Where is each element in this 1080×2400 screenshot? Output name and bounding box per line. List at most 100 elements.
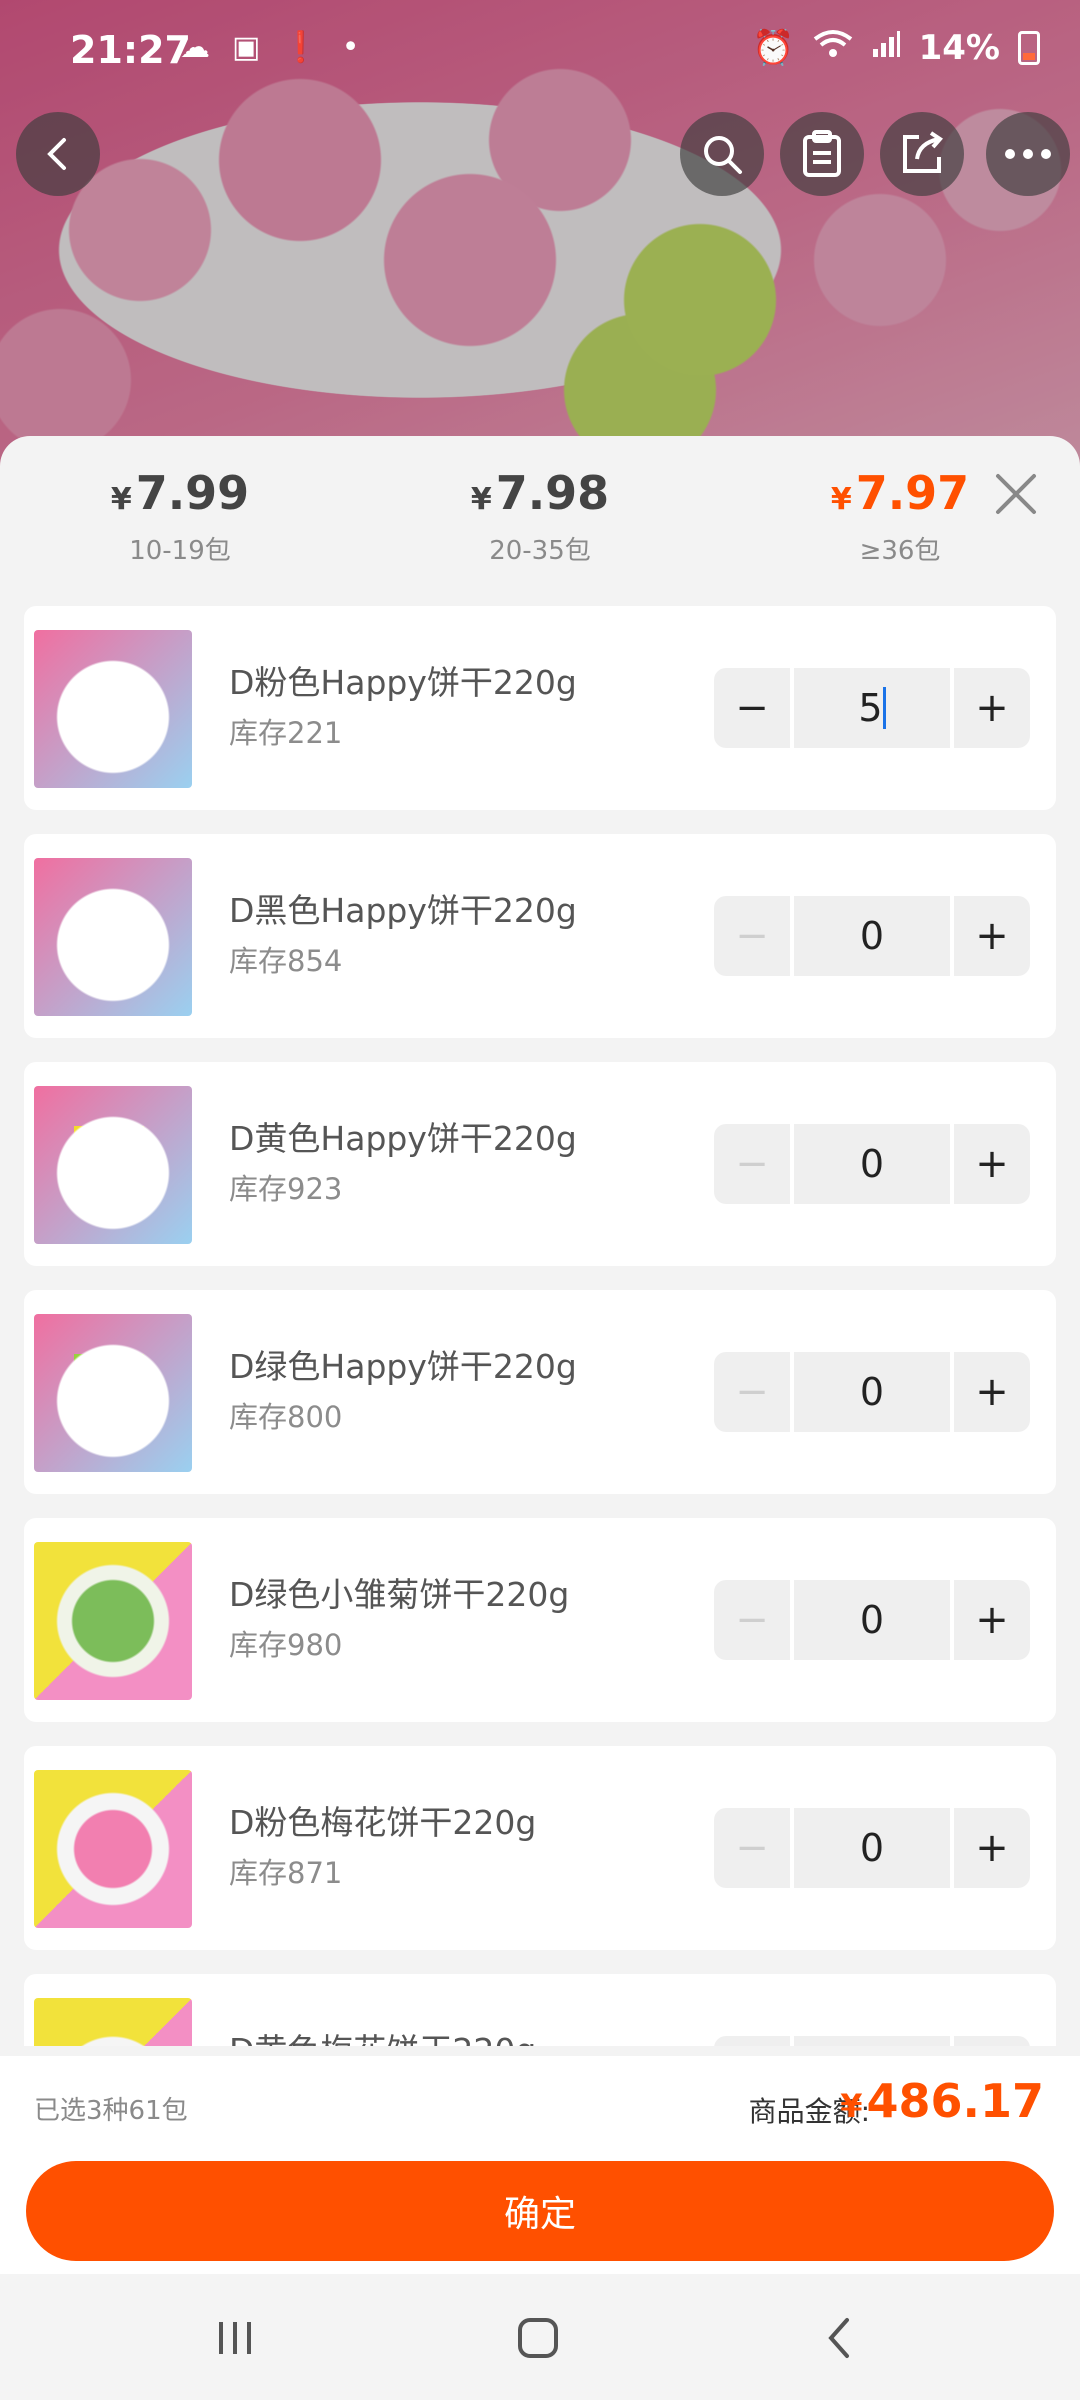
quantity-value: 0	[859, 1826, 885, 1870]
signal-icon	[871, 28, 901, 68]
increment-button[interactable]: +	[954, 1352, 1030, 1432]
sku-card[interactable]: D绿色Happy饼干220g 库存800 − 0 +	[24, 1290, 1056, 1494]
quantity-value: 0	[859, 1142, 885, 1186]
quantity-stepper[interactable]: − 5 +	[714, 668, 1030, 748]
quantity-stepper[interactable]: − 0 +	[714, 1580, 1030, 1660]
decrement-button[interactable]: −	[714, 1352, 790, 1432]
nav-back-icon	[828, 2318, 849, 2358]
price-tier: ¥7.99 10-19包	[40, 466, 320, 567]
tier-price: 7.98	[495, 466, 610, 520]
decrement-button[interactable]: −	[714, 1580, 790, 1660]
battery-icon	[1018, 31, 1040, 65]
sku-thumbnail[interactable]	[34, 1998, 192, 2046]
quantity-input[interactable]: 0	[794, 1580, 950, 1660]
decrement-button[interactable]: −	[714, 1808, 790, 1888]
decrement-button[interactable]: −	[714, 2036, 790, 2046]
sku-name: D粉色Happy饼干220g	[229, 663, 577, 702]
quantity-input[interactable]: 0	[794, 1352, 950, 1432]
nav-back-button[interactable]	[810, 2310, 870, 2366]
quantity-stepper[interactable]: − 0 +	[714, 1808, 1030, 1888]
sku-stock: 库存923	[229, 1172, 343, 1206]
clipboard-button[interactable]	[780, 112, 864, 196]
quantity-input[interactable]: 0	[794, 1808, 950, 1888]
clipboard-icon	[803, 130, 841, 177]
quantity-stepper[interactable]: − 0 +	[714, 896, 1030, 976]
alert-icon: ❗	[282, 30, 320, 65]
decrement-button[interactable]: −	[714, 1124, 790, 1204]
quantity-input[interactable]: 5	[794, 668, 950, 748]
status-left-icons: ☁ ▣ ❗ •	[180, 30, 359, 65]
quantity-value: 0	[859, 1370, 885, 1414]
currency-symbol: ¥	[110, 482, 132, 517]
price-tiers: ¥7.99 10-19包 ¥7.98 20-35包 ¥7.97 ≥36包	[0, 436, 1080, 606]
share-button[interactable]	[880, 112, 964, 196]
status-bar: 21:27 ☁ ▣ ❗ • ⏰ 14%	[0, 0, 1080, 90]
close-icon	[996, 474, 1036, 514]
currency-symbol: ¥	[470, 482, 492, 517]
sku-thumbnail[interactable]	[34, 630, 192, 788]
increment-button[interactable]: +	[954, 896, 1030, 976]
sku-thumbnail[interactable]	[34, 1086, 192, 1244]
search-icon	[704, 136, 742, 174]
sku-thumbnail[interactable]	[34, 1770, 192, 1928]
currency-symbol: ¥	[840, 2087, 863, 2125]
amount-value: 486.17	[866, 2074, 1044, 2128]
quantity-value: 0	[859, 914, 885, 958]
sku-card[interactable]: D粉色梅花饼干220g 库存871 − 0 +	[24, 1746, 1056, 1950]
sku-card[interactable]: D黄色梅花饼干220g − 0 +	[24, 1974, 1056, 2046]
tier-range: 10-19包	[129, 536, 231, 566]
quantity-stepper[interactable]: − 0 +	[714, 1352, 1030, 1432]
sku-list[interactable]: D粉色Happy饼干220g 库存221 − 5 + D黑色Happy饼干220…	[24, 606, 1056, 2046]
battery-percent: 14%	[918, 28, 1000, 68]
home-button[interactable]	[508, 2310, 568, 2366]
sku-stock: 库存221	[229, 716, 343, 750]
decrement-button[interactable]: −	[714, 668, 790, 748]
sku-thumbnail[interactable]	[34, 1314, 192, 1472]
sku-name: D黑色Happy饼干220g	[229, 891, 577, 930]
sku-thumbnail[interactable]	[34, 1542, 192, 1700]
recent-apps-button[interactable]	[205, 2310, 265, 2366]
increment-button[interactable]: +	[954, 2036, 1030, 2046]
quantity-input[interactable]: 0	[794, 2036, 950, 2046]
share-icon	[903, 131, 944, 173]
more-button[interactable]	[986, 112, 1070, 196]
text-cursor	[882, 687, 886, 729]
increment-button[interactable]: +	[954, 1580, 1030, 1660]
sku-stock: 库存800	[229, 1400, 343, 1434]
more-icon	[1005, 149, 1051, 159]
quantity-stepper[interactable]: − 0 +	[714, 2036, 1030, 2046]
tier-price: 7.99	[135, 466, 250, 520]
decrement-button[interactable]: −	[714, 896, 790, 976]
sku-stock: 库存854	[229, 944, 343, 978]
image-icon: ▣	[232, 30, 261, 65]
increment-button[interactable]: +	[954, 1808, 1030, 1888]
search-button[interactable]	[680, 112, 764, 196]
footer-bar: 已选3种61包 商品金额: ¥486.17 确定	[0, 2056, 1080, 2274]
back-button[interactable]	[16, 112, 100, 196]
confirm-button[interactable]: 确定	[26, 2161, 1054, 2261]
close-button[interactable]	[988, 466, 1044, 522]
sku-thumbnail[interactable]	[34, 858, 192, 1016]
sku-name: D粉色梅花饼干220g	[229, 1803, 537, 1842]
quantity-stepper[interactable]: − 0 +	[714, 1124, 1030, 1204]
price-tier: ¥7.98 20-35包	[400, 466, 680, 567]
alarm-icon: ⏰	[752, 28, 795, 68]
sku-name: D绿色Happy饼干220g	[229, 1347, 577, 1386]
quantity-value: 5	[858, 686, 883, 730]
quantity-input[interactable]: 0	[794, 1124, 950, 1204]
increment-button[interactable]: +	[954, 1124, 1030, 1204]
sku-name: D绿色小雏菊饼干220g	[229, 1575, 570, 1614]
increment-button[interactable]: +	[954, 668, 1030, 748]
back-icon	[47, 138, 66, 170]
sku-name: D黄色梅花饼干220g	[229, 2024, 536, 2046]
sku-card[interactable]: D黑色Happy饼干220g 库存854 − 0 +	[24, 834, 1056, 1038]
sku-name: D黄色Happy饼干220g	[229, 1119, 577, 1158]
quantity-input[interactable]: 0	[794, 896, 950, 976]
total-amount: ¥486.17	[840, 2074, 1044, 2128]
status-right: ⏰ 14%	[752, 28, 1040, 68]
status-time: 21:27	[70, 28, 191, 72]
sku-card[interactable]: D粉色Happy饼干220g 库存221 − 5 +	[24, 606, 1056, 810]
sku-card[interactable]: D黄色Happy饼干220g 库存923 − 0 +	[24, 1062, 1056, 1266]
sku-card[interactable]: D绿色小雏菊饼干220g 库存980 − 0 +	[24, 1518, 1056, 1722]
tier-range: ≥36包	[859, 536, 941, 566]
